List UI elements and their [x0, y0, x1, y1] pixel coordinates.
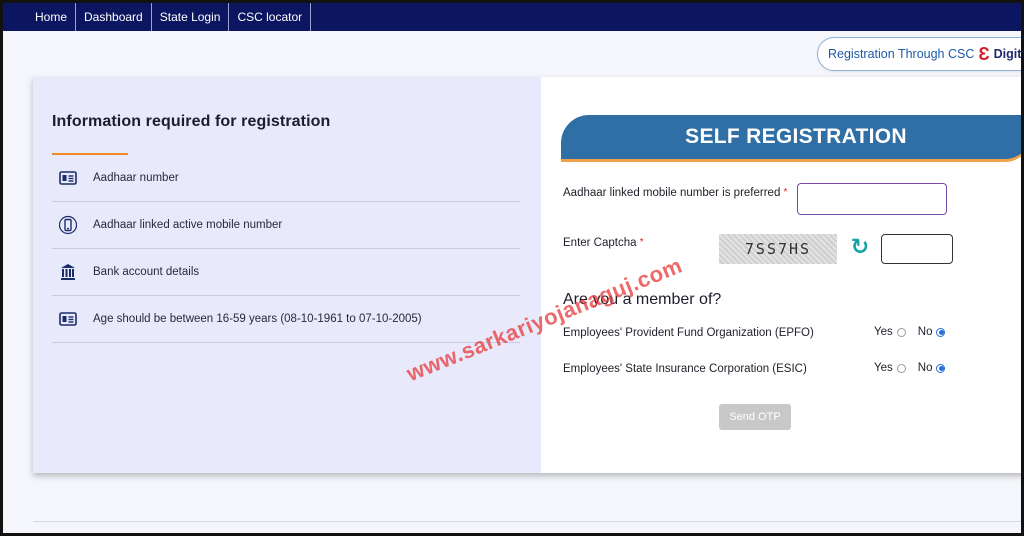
captcha-input[interactable]: [881, 234, 953, 264]
info-title: Information required for registration: [52, 113, 331, 130]
nav-dashboard[interactable]: Dashboard: [76, 3, 152, 31]
banner-title: SELF REGISTRATION: [685, 125, 907, 148]
info-item-label: Age should be between 16-59 years (08-10…: [93, 313, 422, 325]
esic-no-radio[interactable]: [936, 363, 946, 373]
epfo-yes-label: Yes: [874, 326, 893, 338]
member-question-title: Are you a member of?: [563, 291, 722, 308]
required-mark: *: [783, 187, 788, 198]
epfo-label: Employees' Provident Fund Organization (…: [563, 327, 814, 339]
info-item: Aadhaar number: [52, 155, 520, 202]
info-item-label: Aadhaar linked active mobile number: [93, 219, 283, 231]
send-otp-button[interactable]: Send OTP: [719, 404, 791, 430]
csc-brand: DigitalSe: [993, 47, 1022, 61]
registration-form: SELF REGISTRATION Aadhaar linked mobile …: [541, 77, 1021, 473]
csc-text: Registration Through CSC: [828, 47, 975, 61]
epfo-yes-radio[interactable]: [896, 327, 906, 337]
id-card-icon: [58, 168, 78, 188]
info-item: Bank account details: [52, 249, 520, 296]
epfo-radio-group: Yes No: [874, 326, 953, 338]
registration-through-csc-button[interactable]: Registration Through CSC Ɛ DigitalSe: [817, 37, 1022, 71]
nav-csc-locator[interactable]: CSC locator: [229, 3, 312, 31]
info-item: Age should be between 16-59 years (08-10…: [52, 296, 520, 343]
footer-divider: [33, 521, 1021, 522]
captcha-label-text: Enter Captcha: [563, 237, 637, 249]
info-list: Aadhaar number Aadhaar linked active mob…: [52, 155, 520, 343]
esic-label: Employees' State Insurance Corporation (…: [563, 363, 807, 375]
epfo-no-radio[interactable]: [936, 327, 946, 337]
mobile-phone-icon: [58, 215, 78, 235]
mobile-label: Aadhaar linked mobile number is preferre…: [563, 187, 787, 199]
epfo-no-label: No: [917, 326, 933, 338]
info-item-label: Aadhaar number: [93, 172, 179, 184]
refresh-captcha-icon[interactable]: ↻: [849, 235, 871, 259]
id-card-icon: [58, 309, 78, 329]
info-item-label: Bank account details: [93, 266, 200, 278]
top-navigation: Home Dashboard State Login CSC locator: [3, 3, 1021, 31]
mobile-number-input[interactable]: [797, 183, 947, 215]
required-mark: *: [639, 237, 644, 248]
esic-radio-group: Yes No: [874, 362, 953, 374]
nav-home[interactable]: Home: [27, 3, 77, 31]
info-item: Aadhaar linked active mobile number: [52, 202, 520, 249]
self-registration-banner: SELF REGISTRATION: [561, 115, 1021, 159]
esic-yes-radio[interactable]: [896, 363, 906, 373]
captcha-image: 7SS7HS: [719, 234, 837, 264]
nav-state-login[interactable]: State Login: [152, 3, 230, 31]
browser-frame: Home Dashboard State Login CSC locator R…: [0, 0, 1024, 536]
esic-yes-label: Yes: [874, 362, 893, 374]
registration-card: Information required for registration Aa…: [33, 77, 1021, 473]
mobile-label-text: Aadhaar linked mobile number is preferre…: [563, 187, 781, 199]
digital-seva-logo-icon: Ɛ: [978, 44, 990, 64]
captcha-label: Enter Captcha *: [563, 237, 644, 249]
esic-no-label: No: [917, 362, 933, 374]
info-panel: Information required for registration Aa…: [33, 77, 541, 473]
bank-icon: [58, 262, 78, 282]
